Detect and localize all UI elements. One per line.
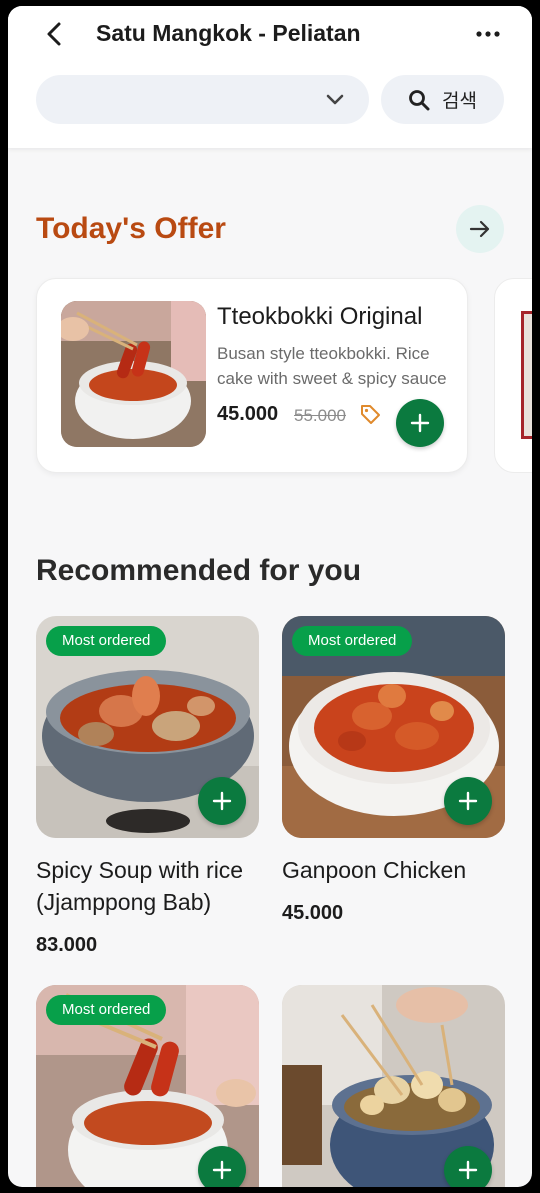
most-ordered-badge: Most ordered xyxy=(46,626,167,656)
offer-item-name: Tteokbokki Original xyxy=(217,303,423,330)
plus-icon xyxy=(410,413,430,433)
page-title: Satu Mangkok - Peliatan xyxy=(96,20,361,46)
offer-next-image xyxy=(521,311,532,439)
plus-icon xyxy=(212,1160,232,1180)
chevron-down-icon xyxy=(326,94,344,105)
offer-item-old-price: 55.000 xyxy=(294,406,346,425)
plus-icon xyxy=(458,1160,478,1180)
add-to-cart-button[interactable] xyxy=(444,777,492,825)
search-button[interactable]: 검색 xyxy=(381,75,504,124)
more-options-button[interactable] xyxy=(470,18,506,50)
most-ordered-badge: Most ordered xyxy=(292,626,413,656)
add-to-cart-button[interactable] xyxy=(198,777,246,825)
offer-item-price: 45.000 xyxy=(217,403,279,425)
offer-card[interactable]: Tteokbokki Original Busan style tteokbok… xyxy=(36,278,468,473)
offer-food-image xyxy=(61,301,206,447)
menu-item-price: 45.000 xyxy=(282,902,344,924)
see-all-offers-button[interactable] xyxy=(456,205,504,253)
offer-item-description: Busan style tteokbokki. Rice cake with s… xyxy=(217,344,447,388)
search-label: 검색 xyxy=(442,90,477,112)
offer-card-next[interactable] xyxy=(494,278,532,473)
menu-item-price: 83.000 xyxy=(36,934,98,956)
app-screen: Satu Mangkok - Peliatan 검색 Today's Offer xyxy=(8,6,532,1187)
plus-icon xyxy=(458,791,478,811)
back-button[interactable] xyxy=(38,18,70,50)
search-icon xyxy=(409,89,430,110)
more-horizontal-icon xyxy=(476,31,500,37)
chevron-left-icon xyxy=(47,22,61,46)
add-to-cart-button[interactable] xyxy=(444,1146,492,1187)
menu-item-name: Ganpoon Chicken xyxy=(282,857,467,883)
add-to-cart-button[interactable] xyxy=(198,1146,246,1187)
top-bar: Satu Mangkok - Peliatan 검색 xyxy=(8,6,532,148)
arrow-right-icon xyxy=(469,220,490,238)
most-ordered-badge: Most ordered xyxy=(46,995,167,1025)
discount-tag-icon xyxy=(361,405,380,424)
add-to-cart-button[interactable] xyxy=(396,399,444,447)
category-dropdown[interactable] xyxy=(36,75,369,124)
recommended-heading: Recommended for you xyxy=(36,554,362,587)
menu-item-name: Spicy Soup with rice (Jjamppong Bab) xyxy=(36,857,244,915)
todays-offer-heading: Today's Offer xyxy=(36,212,226,245)
plus-icon xyxy=(212,791,232,811)
